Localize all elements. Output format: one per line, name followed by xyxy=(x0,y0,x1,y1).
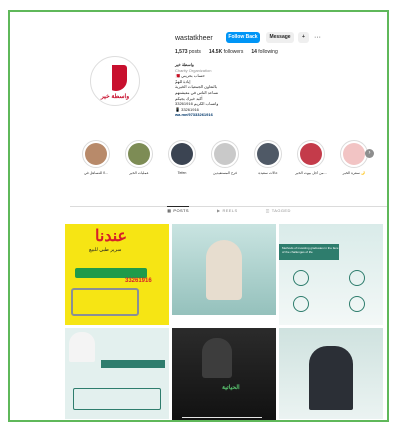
highlight-label: من أجل بيوت الخير... xyxy=(295,171,327,175)
highlight-cover xyxy=(257,143,279,165)
info-circle-icon xyxy=(349,296,365,312)
add-user-icon: + xyxy=(302,34,305,40)
highlight-label: حالات سعيدة xyxy=(258,171,278,175)
bio-link[interactable]: wa.me/97333261916 xyxy=(175,112,265,118)
highlight-item[interactable]: سفرة الخير 🌙 xyxy=(338,140,370,175)
highlight-label: Tefen xyxy=(177,171,187,175)
follow-back-button[interactable]: Follow Back xyxy=(226,32,260,43)
tabs-divider xyxy=(70,206,387,207)
post-footer xyxy=(279,419,383,420)
followers-count[interactable]: 14.5K followers xyxy=(209,49,243,55)
avatar-brand-text: واسطة خير xyxy=(100,94,130,100)
tab-tagged[interactable]: ◫ TAGGED xyxy=(266,208,291,213)
highlight-item[interactable]: حالات سعيدة xyxy=(252,140,284,175)
profile-avatar[interactable]: واسطة خير xyxy=(90,56,140,106)
profile-stats: 1,573 posts 14.5K followers 14 following xyxy=(175,49,278,55)
post-man-ghutra[interactable] xyxy=(65,328,169,420)
post-woman-speaker[interactable] xyxy=(172,224,276,325)
highlight-cover xyxy=(214,143,236,165)
post-methods-english[interactable]: Methods of investing graduates in the fa… xyxy=(279,224,383,325)
following-count[interactable]: 14 following xyxy=(251,49,277,55)
title-banner xyxy=(101,360,165,368)
info-circle-icon xyxy=(349,270,365,286)
speaker-figure-image xyxy=(206,240,242,300)
profile-tabs: ▦ POSTS ▶ REELS ◫ TAGGED xyxy=(70,206,387,213)
tab-posts[interactable]: ▦ POSTS xyxy=(167,206,189,213)
grid-icon: ▦ xyxy=(167,208,172,213)
highlight-item[interactable]: فرح المستفيدين xyxy=(209,140,241,175)
posts-grid: عندنا سرير طبي للبيع 33261916 Methods of… xyxy=(65,224,384,420)
post-bed-ad[interactable]: عندنا سرير طبي للبيع 33261916 xyxy=(65,224,169,325)
profile-username: wastatkheer xyxy=(175,35,213,42)
add-user-button[interactable]: + xyxy=(298,32,309,43)
more-options-icon[interactable]: ··· xyxy=(314,32,321,43)
ghutra-figure-image xyxy=(69,332,95,362)
medical-bed-image xyxy=(71,288,139,316)
profile-bio: واسطة خير Charity Organization حساب بحري… xyxy=(175,62,265,118)
highlight-item[interactable]: لا للتساهل في... xyxy=(80,140,112,175)
content-box xyxy=(73,388,161,410)
post-footer xyxy=(172,315,276,325)
bahrain-flag-icon xyxy=(105,65,127,91)
info-circle-icon xyxy=(293,296,309,312)
story-highlights: لا للتساهل في... عمليات الخير Tefen فرح … xyxy=(80,140,380,190)
post-footer xyxy=(65,419,169,420)
browser-viewport: واسطة خير wastatkheer Follow Back Messag… xyxy=(8,10,389,422)
speaker-figure-image xyxy=(202,338,232,378)
highlight-label: عمليات الخير xyxy=(129,171,149,175)
reels-icon: ▶ xyxy=(216,208,221,213)
suit-figure-image xyxy=(309,346,353,410)
tab-reels[interactable]: ▶ REELS xyxy=(217,208,238,213)
highlight-cover xyxy=(128,143,150,165)
tagged-icon: ◫ xyxy=(265,208,270,213)
highlight-label: سفرة الخير 🌙 xyxy=(342,171,366,175)
highlight-cover xyxy=(300,143,322,165)
post-man-suit[interactable] xyxy=(279,328,383,420)
post-audio-dark[interactable]: الحياتية xyxy=(172,328,276,420)
highlight-cover xyxy=(171,143,193,165)
highlight-label: لا للتساهل في... xyxy=(83,171,109,175)
info-circle-icon xyxy=(293,270,309,286)
highlight-cover xyxy=(85,143,107,165)
chevron-right-icon[interactable]: › xyxy=(365,149,374,158)
highlight-item[interactable]: عمليات الخير xyxy=(123,140,155,175)
message-button[interactable]: Message xyxy=(266,32,294,43)
highlight-cover xyxy=(343,143,365,165)
highlight-item[interactable]: Tefen xyxy=(166,140,198,175)
highlight-item[interactable]: من أجل بيوت الخير... xyxy=(295,140,327,175)
posts-count: 1,573 posts xyxy=(175,49,201,55)
audio-waveform-icon xyxy=(182,410,262,418)
highlight-label: فرح المستفيدين xyxy=(212,171,237,175)
whatsapp-banner xyxy=(75,268,147,278)
